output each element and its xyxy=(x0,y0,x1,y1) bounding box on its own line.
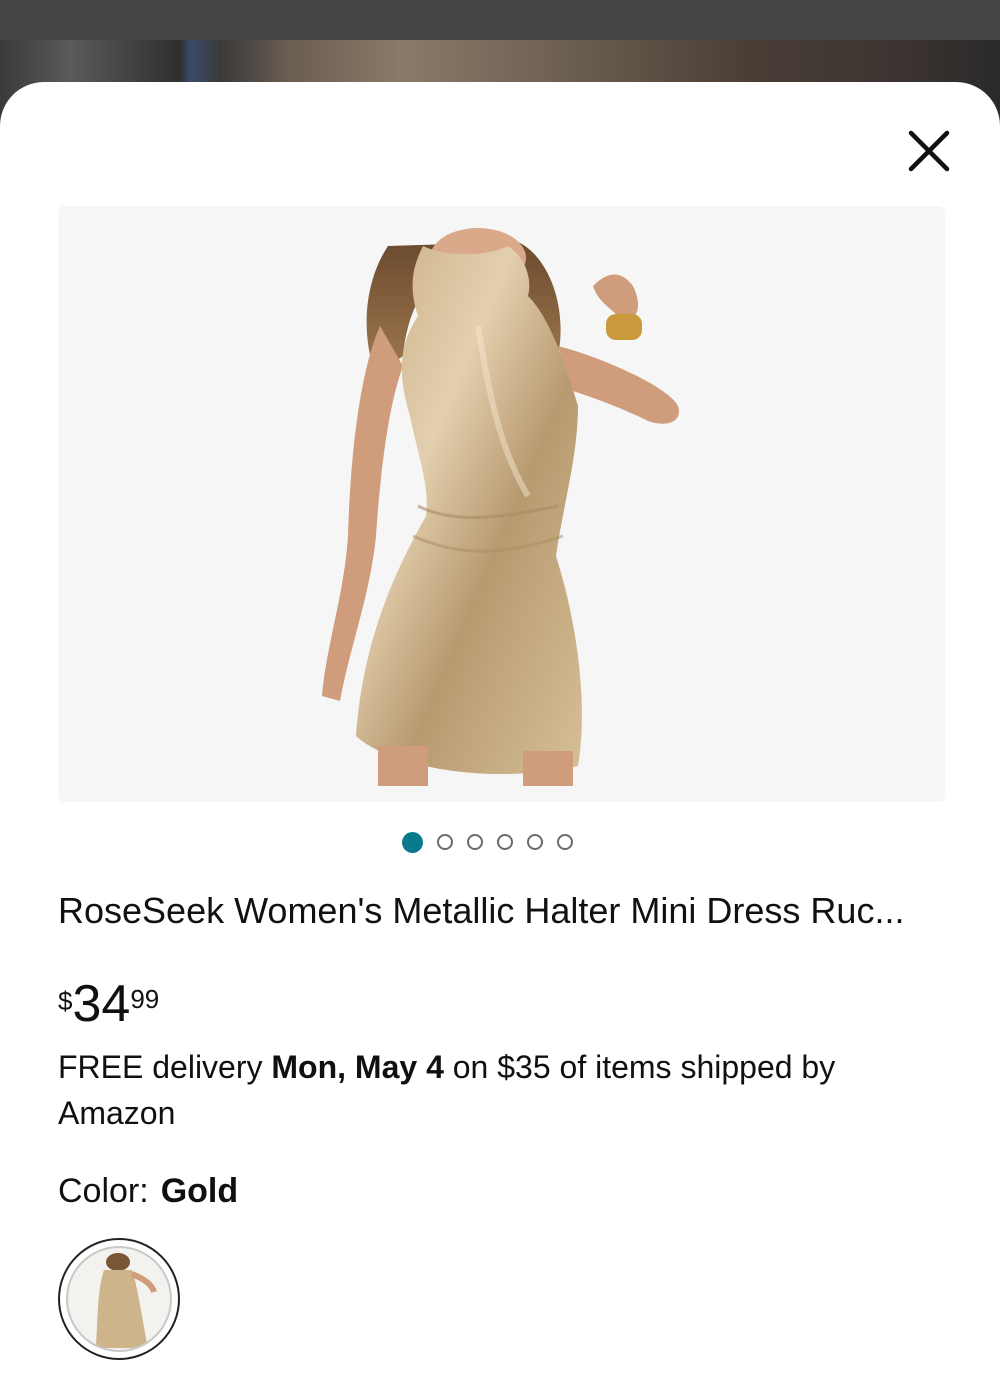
color-value: Gold xyxy=(160,1172,239,1210)
pagination-dot-4[interactable] xyxy=(497,834,513,850)
pagination-dot-3[interactable] xyxy=(467,834,483,850)
color-selector-label: Color: Gold xyxy=(58,1172,238,1211)
pagination-dot-2[interactable] xyxy=(437,834,453,850)
product-title[interactable]: RoseSeek Women's Metallic Halter Mini Dr… xyxy=(58,890,948,932)
product-price: $ 34 99 xyxy=(58,976,159,1036)
product-image[interactable] xyxy=(58,206,945,802)
price-fraction: 99 xyxy=(130,984,160,1014)
delivery-prefix: FREE delivery xyxy=(58,1049,272,1085)
pagination-dot-1[interactable] xyxy=(402,831,423,853)
status-bar xyxy=(0,0,1000,40)
color-swatch-gold[interactable] xyxy=(58,1238,180,1360)
pagination-dot-5[interactable] xyxy=(527,834,543,850)
swatch-thumbnail xyxy=(66,1246,172,1352)
close-icon xyxy=(908,130,950,172)
pagination-dot-6[interactable] xyxy=(557,834,573,850)
color-label: Color: xyxy=(58,1172,149,1210)
product-photo xyxy=(322,228,679,786)
image-pagination xyxy=(402,830,573,854)
delivery-info: FREE delivery Mon, May 4 on $35 of items… xyxy=(58,1044,938,1136)
price-symbol: $ xyxy=(58,986,73,1016)
price-whole: 34 xyxy=(72,975,131,1033)
delivery-date: Mon, May 4 xyxy=(271,1049,444,1085)
close-button[interactable] xyxy=(900,122,958,180)
